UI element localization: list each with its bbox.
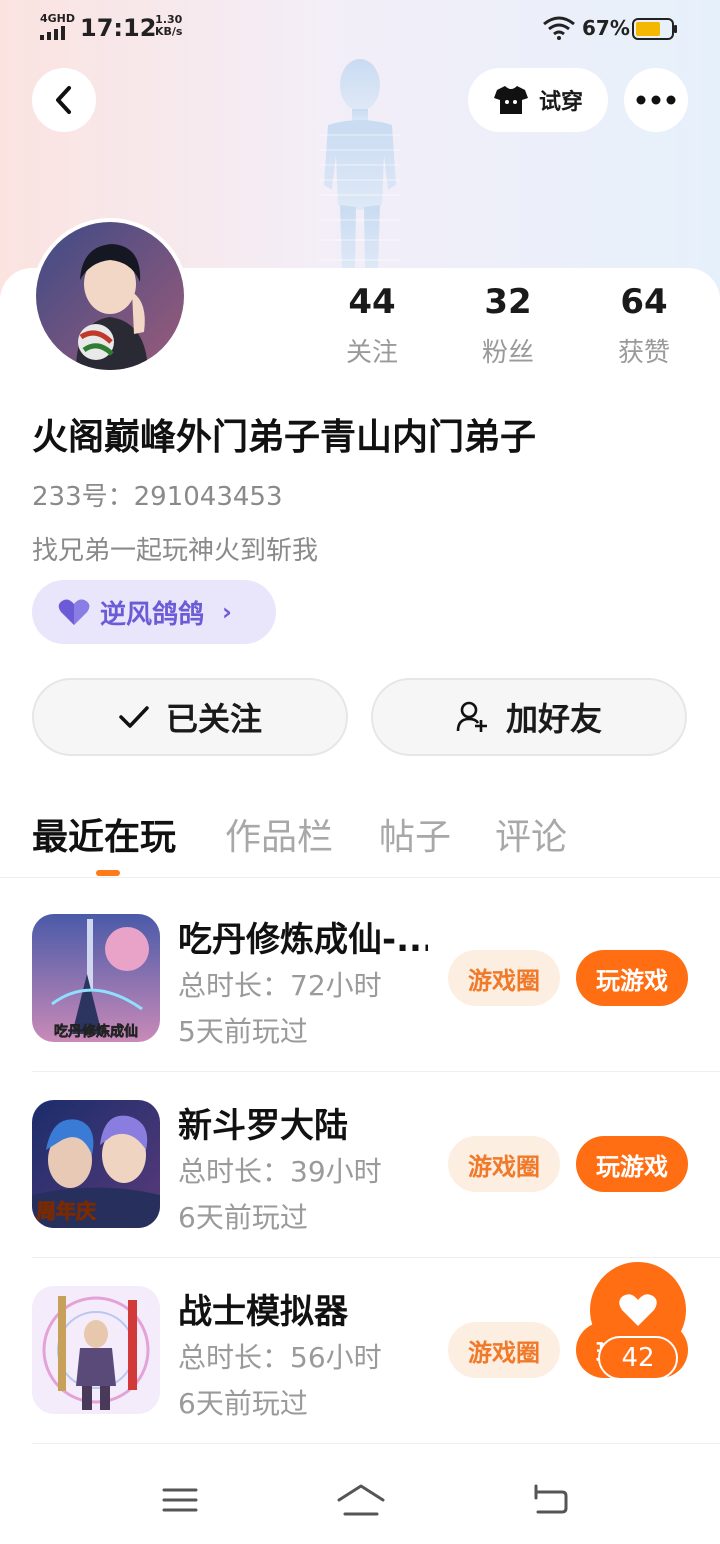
likes-label: 获赞 [617, 338, 670, 368]
checkmark-icon [119, 706, 149, 728]
game-icon-image: 周年庆 [32, 1100, 160, 1228]
tab-works[interactable]: 作品栏 [225, 808, 333, 860]
likes-count: 64 [620, 282, 668, 322]
play-game-button[interactable]: 玩游戏 [576, 1136, 688, 1192]
game-icon [32, 1286, 160, 1414]
guild-badge[interactable]: 逆风鸽鸽 › [32, 580, 276, 644]
try-on-label: 试穿 [538, 90, 583, 115]
stat-following[interactable]: 44 关注 [317, 282, 427, 369]
active-tab-indicator [96, 870, 120, 876]
play-duration: 总时长：39小时 [178, 1155, 382, 1188]
user-id: 233号：291043453 [32, 482, 283, 512]
game-row[interactable]: 周年庆 新斗罗大陆 总时长：39小时 6天前玩过 游戏圈 玩游戏 [32, 1100, 688, 1286]
tshirt-icon [493, 86, 528, 114]
game-title: 战士模拟器 [178, 1292, 348, 1332]
status-bar: 4GHD 17:12 1.30 KB/s 67% [0, 0, 720, 56]
game-title: 新斗罗大陆 [178, 1106, 348, 1146]
more-dots-icon [636, 95, 676, 105]
avatar-figure-image [320, 59, 400, 270]
play-duration: 总时长：72小时 [178, 969, 382, 1002]
game-icon-image: 吃丹修炼成仙 [32, 914, 160, 1042]
like-count: 42 [598, 1336, 678, 1380]
avatar-image [36, 222, 184, 370]
back-button[interactable] [32, 68, 96, 132]
game-icon: 周年庆 [32, 1100, 160, 1228]
last-played: 6天前玩过 [178, 1201, 308, 1234]
followed-button[interactable]: 已关注 [32, 678, 348, 756]
game-icon: 吃丹修炼成仙 [32, 914, 160, 1042]
tab-divider [0, 877, 720, 878]
wifi-icon [543, 16, 575, 40]
svg-text:吃丹修炼成仙: 吃丹修炼成仙 [54, 1023, 138, 1040]
followers-count: 32 [484, 282, 532, 322]
try-on-button[interactable]: 试穿 [468, 68, 608, 132]
user-signature: 找兄弟一起玩神火到斩我 [32, 536, 319, 566]
tab-comments[interactable]: 评论 [495, 808, 567, 860]
signal-icon [40, 26, 65, 40]
following-count: 44 [348, 282, 396, 322]
game-circle-button[interactable]: 游戏圈 [448, 1136, 560, 1192]
battery-icon [632, 18, 677, 40]
home-icon[interactable] [336, 1480, 386, 1520]
add-friend-icon [456, 701, 487, 732]
speed-unit: KB/s [155, 25, 183, 38]
menu-icon[interactable] [158, 1480, 202, 1520]
stat-likes[interactable]: 64 获赞 [589, 282, 699, 369]
game-title: 吃丹修炼成仙-... [178, 920, 428, 960]
user-avatar[interactable] [32, 218, 188, 374]
user-nickname: 火阁巅峰外门弟子青山内门弟子 [32, 417, 537, 458]
chevron-left-icon [56, 86, 71, 114]
stat-followers[interactable]: 32 粉丝 [453, 282, 563, 369]
more-options-button[interactable] [624, 68, 688, 132]
game-icon-image [32, 1286, 160, 1414]
svg-text:周年庆: 周年庆 [36, 1199, 96, 1223]
row-divider [32, 1071, 720, 1072]
followed-label: 已关注 [165, 700, 262, 738]
network-speed: 1.30 KB/s [155, 14, 182, 38]
back-nav-icon[interactable] [528, 1480, 572, 1520]
tab-recently-played[interactable]: 最近在玩 [32, 808, 176, 860]
game-circle-button[interactable]: 游戏圈 [448, 950, 560, 1006]
game-row[interactable]: 吃丹修炼成仙 吃丹修炼成仙-... 总时长：72小时 5天前玩过 游戏圈 玩游戏 [32, 914, 688, 1100]
play-duration: 总时长：56小时 [178, 1341, 382, 1374]
followers-label: 粉丝 [481, 338, 534, 368]
add-friend-button[interactable]: 加好友 [371, 678, 687, 756]
heart-icon [58, 599, 90, 625]
heart-icon [619, 1294, 657, 1326]
clock: 17:12 [80, 14, 157, 42]
network-type: 4GHD [40, 12, 76, 25]
last-played: 5天前玩过 [178, 1015, 308, 1048]
tab-posts[interactable]: 帖子 [379, 808, 451, 860]
last-played: 6天前玩过 [178, 1387, 308, 1420]
chevron-right-icon: › [222, 598, 232, 626]
game-circle-button[interactable]: 游戏圈 [448, 1322, 560, 1378]
system-nav-bar [0, 1460, 720, 1544]
battery-percent: 67% [582, 16, 630, 40]
play-game-button[interactable]: 玩游戏 [576, 950, 688, 1006]
following-label: 关注 [345, 338, 398, 368]
row-divider [32, 1443, 720, 1444]
row-divider [32, 1257, 720, 1258]
add-friend-label: 加好友 [505, 700, 602, 738]
guild-name: 逆风鸽鸽 [100, 599, 205, 630]
